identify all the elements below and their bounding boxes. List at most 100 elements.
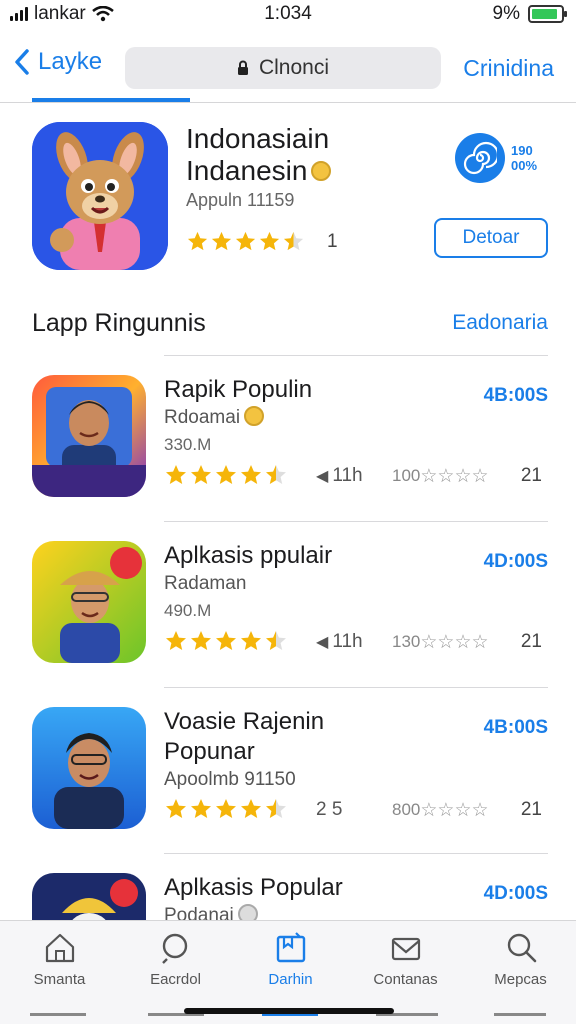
home-indicator[interactable] [184, 1008, 394, 1014]
app-icon [32, 707, 146, 829]
stars [164, 797, 288, 821]
list-item[interactable]: Aplkasis ppulair Radaman 490.M ◀ 11h 130 ☆… [0, 521, 576, 687]
featured-app[interactable]: Indonasiain Indanesin Appuln 11159 1 190… [0, 118, 576, 278]
star-icon [259, 231, 280, 251]
swirl-badge-icon [455, 133, 505, 183]
tab-eacrdol[interactable]: Eacrdol [118, 931, 233, 988]
nav-bar: Layke Clnonci Crinidina [0, 40, 576, 102]
battery-percent: 9% [492, 3, 520, 24]
star-icon [235, 231, 256, 251]
featured-rating: 1 [186, 230, 338, 253]
tab-label: Mepcas [494, 971, 547, 988]
row-divider [164, 521, 548, 522]
app-developer: Radaman [164, 573, 247, 594]
section-title: Lapp Ringunnis [32, 309, 206, 337]
tab-smanta[interactable]: Smanta [2, 931, 117, 988]
meta-value: 2 5 [316, 799, 343, 820]
battery-icon [528, 5, 567, 23]
stars [164, 463, 288, 487]
home-icon [45, 933, 74, 963]
outline-rating: 800 ☆ ☆ ☆ ☆ [392, 800, 489, 820]
address-text: Clnonci [258, 56, 330, 79]
meta-value-2: 100 [392, 466, 421, 485]
tab-underline [30, 1013, 86, 1016]
app-size: 490.M [164, 601, 212, 620]
meta-value: 11h [332, 631, 363, 652]
tab-label: Contanas [373, 971, 438, 988]
tab-underline [494, 1013, 546, 1016]
list-item[interactable]: Rapik Populin Rdoamai 330.M ◀ 11h 100 ☆ ☆ ☆ ☆… [0, 355, 576, 521]
app-size: 330.M [164, 435, 212, 454]
app-icon [32, 541, 146, 663]
app-meta: 2 5 [316, 799, 342, 821]
tab-contanas[interactable]: Contanas [348, 931, 463, 988]
nav-right-button[interactable]: Crinidina [463, 55, 554, 82]
outline-stars-icon: ☆ ☆ ☆ ☆ [420, 631, 489, 653]
star-icon [216, 631, 236, 650]
review-count: 21 [520, 465, 542, 486]
star-icon [191, 799, 211, 818]
featured-title-line2: Indanesin [186, 155, 308, 186]
star-icon [211, 231, 232, 251]
review-count: 21 [520, 631, 542, 652]
outline-stars-icon: ☆ ☆ ☆ ☆ [420, 799, 489, 821]
star-icon [241, 631, 261, 650]
price-button[interactable]: 4D:00S [484, 883, 548, 905]
outline-rating: 100 ☆ ☆ ☆ ☆ [392, 466, 489, 486]
status-time: 1:034 [264, 3, 312, 24]
apps-icon [276, 932, 305, 963]
price-button[interactable]: 4D:00S [484, 551, 548, 573]
star-icon [216, 465, 236, 484]
badge-text: 190 00% [511, 143, 537, 173]
price-button[interactable]: 4B:00S [484, 385, 548, 407]
search-icon [507, 933, 536, 963]
badge-text-line2: 00% [511, 158, 538, 173]
featured-app-title: Indonasiain Indanesin [186, 123, 426, 187]
back-label: Layke [38, 48, 103, 75]
star-icon [166, 465, 186, 484]
stars [164, 629, 288, 653]
badge-text-line1: 190 [511, 143, 533, 158]
tab-mepcas[interactable]: Mepcas [463, 931, 576, 988]
star-icon [191, 465, 211, 484]
row-divider [164, 355, 548, 356]
rating-count: 1 [327, 230, 338, 252]
star-icon [266, 465, 286, 484]
app-developer: Apoolmb 91150 [164, 769, 296, 790]
lock-icon [237, 60, 248, 75]
price-button[interactable]: 4B:00S [484, 717, 548, 739]
app-name: Rapik Populin [164, 376, 313, 403]
outline-rating: 130 ☆ ☆ ☆ ☆ [392, 632, 489, 652]
meta-value-2: 800 [392, 800, 421, 819]
details-button[interactable]: Detoar [434, 218, 548, 258]
row-divider [164, 853, 548, 854]
app-icon [32, 375, 146, 497]
status-bar: lankar 1:034 9% [0, 0, 576, 30]
star-rating [164, 463, 288, 487]
tab-darhin[interactable]: Darhin [233, 931, 348, 988]
nav-divider [0, 102, 576, 103]
featured-app-subtitle: Appuln 11159 [186, 190, 295, 210]
list-item[interactable]: Voasie Rajenin Popunar Apoolmb 91150 2 5… [0, 687, 576, 853]
battery-status: 9% [492, 3, 567, 25]
back-button[interactable]: Layke [14, 48, 102, 76]
search-icon [161, 933, 187, 964]
verified-badge-icon [244, 405, 265, 426]
star-rating [164, 629, 288, 653]
app-name: Voasie Rajenin Popunar [164, 708, 325, 765]
meta-value-2: 130 [392, 632, 421, 651]
star-icon [241, 465, 261, 484]
star-icon [191, 631, 211, 650]
address-bar[interactable]: Clnonci [125, 47, 441, 89]
star-icon [216, 799, 236, 818]
row-divider [164, 687, 548, 688]
section-see-all-link[interactable]: Eadonaria [452, 311, 548, 335]
star-icon [166, 631, 186, 650]
review-count: 21 [520, 799, 542, 820]
star-rating [186, 230, 305, 253]
app-meta: ◀ 11h [316, 465, 363, 487]
star-icon [283, 231, 304, 251]
developer-name: Rdoamai [164, 407, 241, 428]
mail-icon [391, 937, 420, 961]
outline-stars-icon: ☆ ☆ ☆ ☆ [420, 465, 489, 487]
